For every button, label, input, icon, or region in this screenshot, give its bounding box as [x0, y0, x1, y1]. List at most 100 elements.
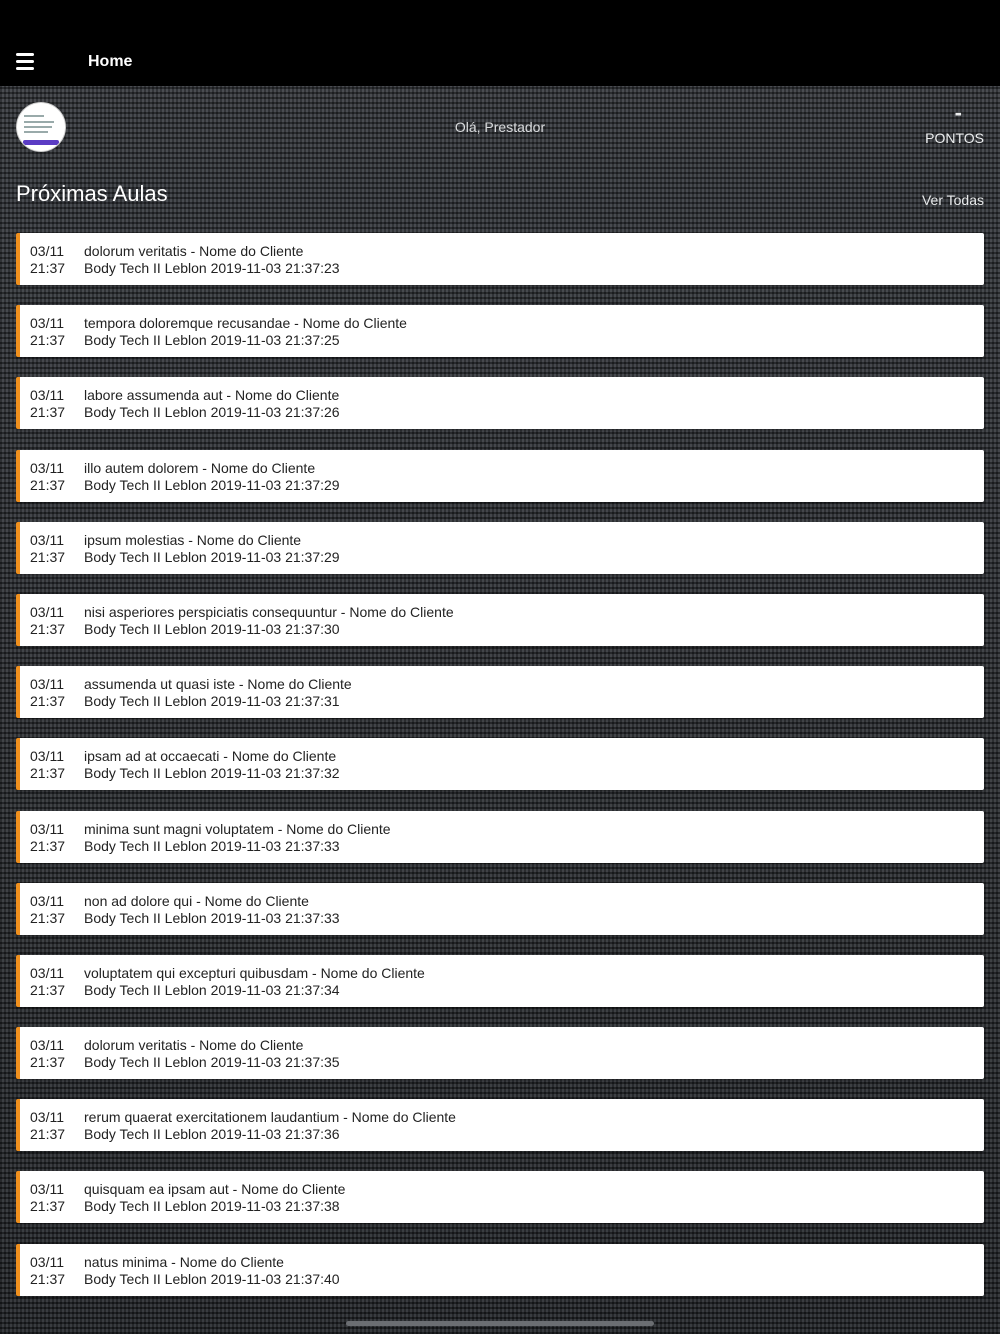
class-title: natus minima - Nome do Cliente — [84, 1253, 284, 1270]
class-time: 21:37 — [30, 404, 66, 421]
class-location: Body Tech II Leblon 2019-11-03 21:37:34 — [84, 981, 340, 998]
class-card[interactable]: 03/11 21:37 labore assumenda aut - Nome do… — [16, 377, 984, 430]
class-datetime: 03/11 21:37 — [30, 965, 65, 999]
class-title: rerum quaerat exercitationem laudantium … — [84, 1109, 456, 1126]
class-time: 21:37 — [30, 981, 66, 998]
class-info: labore assumenda aut - Nome do Cliente Bo… — [84, 387, 340, 421]
class-datetime: 03/11 21:37 — [30, 315, 65, 349]
class-info: rerum quaerat exercitationem laudantium … — [84, 1109, 456, 1143]
class-datetime: 03/11 21:37 — [30, 893, 65, 927]
class-info: ipsam ad at occaecati - Nome do Cliente B… — [84, 748, 340, 782]
class-card[interactable]: 03/11 21:37 rerum quaerat exercitationem l… — [16, 1099, 984, 1152]
class-datetime: 03/11 21:37 — [30, 1181, 65, 1215]
class-card[interactable]: 03/11 21:37 illo autem dolorem - Nome do C… — [16, 449, 984, 502]
top-app-bar: Home — [0, 0, 1000, 86]
class-date: 03/11 — [30, 1181, 64, 1198]
class-card[interactable]: 03/11 21:37 dolorum veritatis - Nome do Cl… — [16, 233, 984, 285]
class-card[interactable]: 03/11 21:37 dolorum veritatis - Nome do Cl… — [16, 1027, 984, 1080]
hamburger-menu-icon[interactable] — [16, 53, 34, 71]
class-title: nisi asperiores perspiciatis consequuntu… — [84, 603, 454, 620]
class-date: 03/11 — [30, 676, 64, 693]
class-location: Body Tech II Leblon 2019-11-03 21:37:36 — [84, 1126, 340, 1143]
class-date: 03/11 — [30, 1037, 64, 1054]
class-date: 03/11 — [30, 603, 64, 620]
class-info: assumenda ut quasi iste - Nome do Client… — [84, 676, 352, 710]
class-time: 21:37 — [30, 909, 66, 926]
class-location: Body Tech II Leblon 2019-11-03 21:37:38 — [84, 1198, 340, 1215]
class-date: 03/11 — [30, 748, 64, 765]
class-card[interactable]: 03/11 21:37 ipsum molestias - Nome do Clie… — [16, 521, 984, 574]
class-card[interactable]: 03/11 21:37 tempora doloremque recusandae … — [16, 305, 984, 358]
class-datetime: 03/11 21:37 — [30, 1037, 65, 1071]
upcoming-classes-list: 03/11 21:37 dolorum veritatis - Nome do Cl… — [16, 233, 984, 1316]
class-datetime: 03/11 21:37 — [30, 460, 65, 494]
class-time: 21:37 — [30, 476, 66, 493]
class-date: 03/11 — [30, 1253, 64, 1270]
class-date: 03/11 — [30, 892, 64, 909]
class-datetime: 03/11 21:37 — [30, 604, 65, 638]
class-card[interactable]: 03/11 21:37 ipsam ad at occaecati - Nome d… — [16, 738, 984, 791]
class-title: dolorum veritatis - Nome do Cliente — [84, 1037, 304, 1054]
class-card[interactable]: 03/11 21:37 assumenda ut quasi iste - Nome… — [16, 666, 984, 719]
class-info: natus minima - Nome do Cliente Body Tech … — [84, 1254, 340, 1288]
class-date: 03/11 — [30, 243, 64, 259]
class-location: Body Tech II Leblon 2019-11-03 21:37:23 — [84, 260, 340, 276]
class-title: minima sunt magni voluptatem - Nome do C… — [84, 820, 391, 837]
class-card[interactable]: 03/11 21:37 natus minima - Nome do Cliente… — [16, 1243, 984, 1296]
class-datetime: 03/11 21:37 — [30, 1109, 65, 1143]
class-location: Body Tech II Leblon 2019-11-03 21:37:33 — [84, 837, 340, 854]
class-title: non ad dolore qui - Nome do Cliente — [84, 892, 309, 909]
class-info: dolorum veritatis - Nome do Cliente Body … — [84, 1037, 340, 1071]
class-location: Body Tech II Leblon 2019-11-03 21:37:31 — [84, 693, 340, 710]
class-info: illo autem dolorem - Nome do Cliente Body… — [84, 460, 340, 494]
class-card[interactable]: 03/11 21:37 non ad dolore qui - Nome do Cl… — [16, 882, 984, 935]
class-date: 03/11 — [30, 964, 64, 981]
profile-header: Olá, Prestador - PONTOS — [16, 102, 984, 152]
class-title: assumenda ut quasi iste - Nome do Client… — [84, 676, 352, 693]
class-info: minima sunt magni voluptatem - Nome do C… — [84, 821, 391, 855]
class-title: quisquam ea ipsam aut - Nome do Cliente — [84, 1181, 346, 1198]
points-display: - PONTOS — [914, 100, 984, 147]
class-datetime: 03/11 21:37 — [30, 676, 65, 710]
class-info: voluptatem qui excepturi quibusdam - Nom… — [84, 965, 425, 999]
class-time: 21:37 — [30, 765, 66, 782]
class-title: labore assumenda aut - Nome do Cliente — [84, 387, 340, 404]
class-info: tempora doloremque recusandae - Nome do … — [84, 315, 407, 349]
class-location: Body Tech II Leblon 2019-11-03 21:37:35 — [84, 1054, 340, 1071]
class-card[interactable]: 03/11 21:37 minima sunt magni voluptatem -… — [16, 810, 984, 863]
points-value: - — [954, 100, 962, 125]
class-card[interactable]: 03/11 21:37 nisi asperiores perspiciatis c… — [16, 593, 984, 646]
class-date: 03/11 — [30, 315, 64, 332]
class-location: Body Tech II Leblon 2019-11-03 21:37:32 — [84, 765, 340, 782]
class-card[interactable]: 03/11 21:37 voluptatem qui excepturi quibu… — [16, 954, 984, 1007]
class-info: dolorum veritatis - Nome do Cliente Body … — [84, 243, 340, 277]
class-datetime: 03/11 21:37 — [30, 821, 65, 855]
class-title: voluptatem qui excepturi quibusdam - Nom… — [84, 964, 425, 981]
class-time: 21:37 — [30, 1270, 66, 1287]
greeting-text: Olá, Prestador — [454, 119, 546, 135]
class-card[interactable]: 03/11 21:37 quisquam ea ipsam aut - Nome d… — [16, 1171, 984, 1224]
class-info: nisi asperiores perspiciatis consequuntu… — [84, 604, 454, 638]
class-time: 21:37 — [30, 1198, 66, 1215]
class-datetime: 03/11 21:37 — [30, 748, 65, 782]
class-time: 21:37 — [30, 548, 66, 565]
class-time: 21:37 — [30, 332, 66, 349]
points-label: PONTOS — [925, 130, 984, 146]
page-title: Home — [88, 53, 133, 70]
class-title: dolorum veritatis - Nome do Cliente — [84, 243, 304, 259]
class-date: 03/11 — [30, 387, 64, 404]
class-time: 21:37 — [30, 260, 66, 276]
class-info: quisquam ea ipsam aut - Nome do Cliente B… — [84, 1181, 345, 1215]
class-time: 21:37 — [30, 693, 66, 710]
class-location: Body Tech II Leblon 2019-11-03 21:37:40 — [84, 1270, 340, 1287]
see-all-link[interactable]: Ver Todas — [922, 192, 984, 208]
class-location: Body Tech II Leblon 2019-11-03 21:37:30 — [84, 620, 340, 637]
class-location: Body Tech II Leblon 2019-11-03 21:37:25 — [84, 332, 340, 349]
class-title: ipsum molestias - Nome do Cliente — [84, 531, 302, 548]
class-info: non ad dolore qui - Nome do Cliente Body … — [84, 893, 340, 927]
class-time: 21:37 — [30, 1126, 66, 1143]
class-date: 03/11 — [30, 531, 64, 548]
class-title: tempora doloremque recusandae - Nome do … — [84, 315, 407, 332]
class-datetime: 03/11 21:37 — [30, 532, 65, 566]
class-time: 21:37 — [30, 837, 66, 854]
